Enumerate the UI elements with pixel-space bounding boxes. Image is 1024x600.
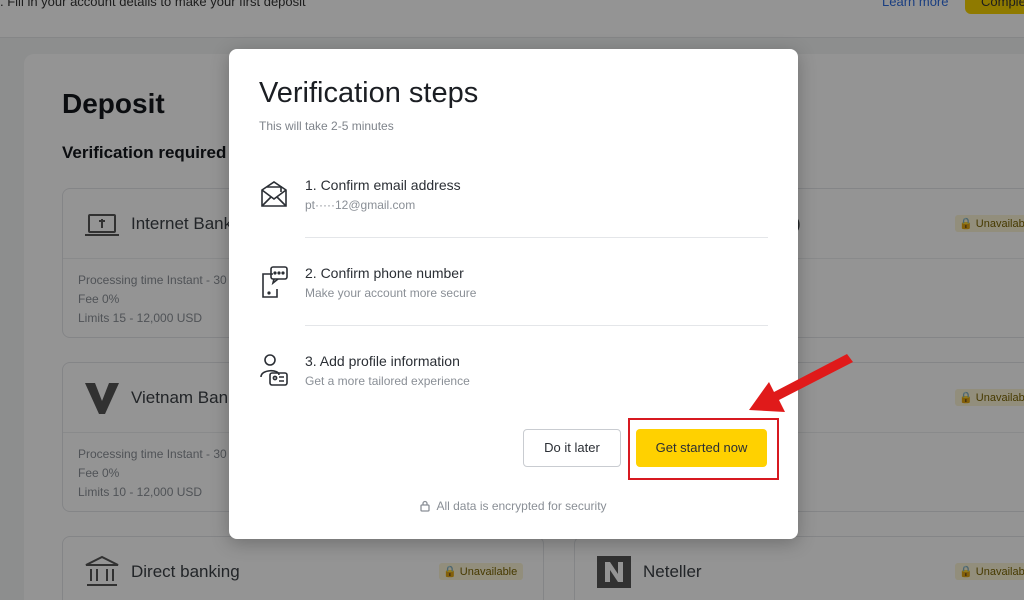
profile-card-icon [260,354,288,386]
step-description: Make your account more secure [305,286,477,300]
step-description: Get a more tailored experience [305,374,470,388]
step-title: 2. Confirm phone number [305,265,464,281]
step-title: 1. Confirm email address [305,177,461,193]
modal-subtitle: This will take 2-5 minutes [259,119,394,133]
do-it-later-button[interactable]: Do it later [523,429,621,467]
highlight-box-annotation [628,418,779,480]
phone-chat-icon [262,266,288,298]
red-arrow-icon [749,354,853,412]
step-title: 3. Add profile information [305,353,460,369]
step-confirm-email[interactable]: 1. Confirm email address pt·····12@gmail… [259,177,769,265]
step-divider [305,237,768,238]
step-divider [305,325,768,326]
lock-icon [420,500,431,512]
envelope-icon [261,181,287,207]
modal-title: Verification steps [259,77,479,109]
security-note: All data is encrypted for security [229,499,798,513]
security-note-text: All data is encrypted for security [436,499,607,513]
step-description: pt·····12@gmail.com [305,198,416,212]
step-confirm-phone[interactable]: 2. Confirm phone number Make your accoun… [259,265,769,353]
